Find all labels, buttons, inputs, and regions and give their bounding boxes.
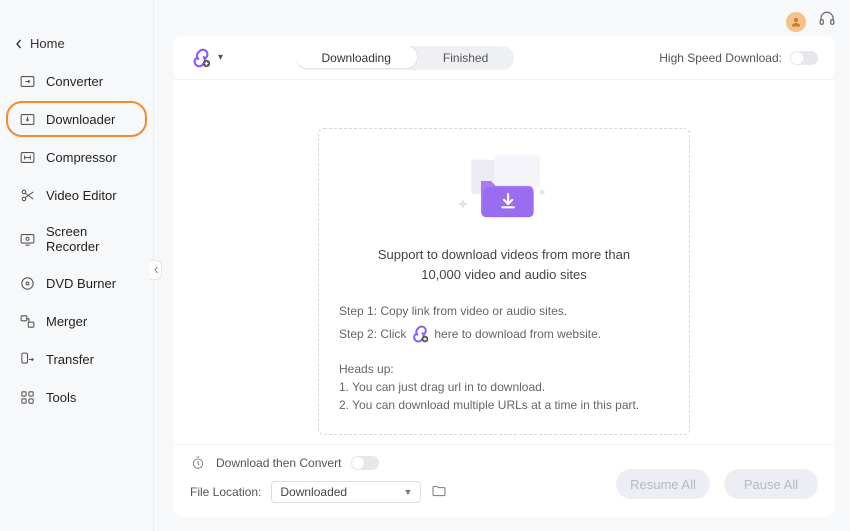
user-icon xyxy=(790,16,802,28)
scissors-icon xyxy=(18,186,36,204)
main-panel: ▾ Downloading Finished High Speed Downlo… xyxy=(174,36,834,517)
merger-icon xyxy=(18,312,36,330)
sidebar-item-compressor[interactable]: Compressor xyxy=(6,139,147,175)
high-speed-label: High Speed Download: xyxy=(659,51,782,65)
download-then-convert-label: Download then Convert xyxy=(216,456,341,470)
clock-icon xyxy=(190,455,206,471)
sidebar-item-label: DVD Burner xyxy=(46,276,116,291)
step-2-row: Step 2: Click here to download from webs… xyxy=(339,324,669,344)
sidebar-item-label: Tools xyxy=(46,390,76,405)
sidebar-item-label: Screen Recorder xyxy=(46,224,135,254)
chevron-left-icon xyxy=(14,39,24,49)
folder-icon xyxy=(431,483,447,499)
resume-all-button[interactable]: Resume All xyxy=(616,469,710,499)
sidebar-item-label: Transfer xyxy=(46,352,94,367)
converter-icon xyxy=(18,72,36,90)
home-label: Home xyxy=(30,36,65,51)
sidebar-item-downloader[interactable]: Downloader xyxy=(6,101,147,137)
open-folder-button[interactable] xyxy=(431,483,447,502)
sidebar-item-label: Compressor xyxy=(46,150,117,165)
link-plus-icon xyxy=(190,47,212,69)
sidebar-item-transfer[interactable]: Transfer xyxy=(6,341,147,377)
sidebar-item-label: Downloader xyxy=(46,112,115,127)
pause-all-button[interactable]: Pause All xyxy=(724,469,818,499)
chevron-down-icon: ▾ xyxy=(218,52,223,63)
heads-up-2: 2. You can download multiple URLs at a t… xyxy=(339,396,669,414)
sidebar-item-video-editor[interactable]: Video Editor xyxy=(6,177,147,213)
chevron-left-icon xyxy=(153,266,159,274)
high-speed-toggle[interactable] xyxy=(790,51,818,65)
sidebar: Home Converter Downloader Compressor Vid… xyxy=(0,0,154,531)
compressor-icon xyxy=(18,148,36,166)
main-header: ▾ Downloading Finished High Speed Downlo… xyxy=(174,36,834,80)
step-1-text: Step 1: Copy link from video or audio si… xyxy=(339,304,669,318)
file-location-select[interactable]: Downloaded ▼ xyxy=(271,481,421,503)
file-location-label: File Location: xyxy=(190,485,261,499)
home-back-row[interactable]: Home xyxy=(0,30,153,61)
headset-icon xyxy=(818,10,836,28)
file-location-value: Downloaded xyxy=(280,485,347,499)
add-link-button[interactable]: ▾ xyxy=(190,47,223,69)
account-avatar[interactable] xyxy=(786,12,806,32)
heads-up-1: 1. You can just drag url in to download. xyxy=(339,378,669,396)
step-2-text-b: here to download from website. xyxy=(434,327,601,341)
step-2-text-a: Step 2: Click xyxy=(339,327,406,341)
sidebar-item-dvd-burner[interactable]: DVD Burner xyxy=(6,265,147,301)
sidebar-item-label: Merger xyxy=(46,314,87,329)
sidebar-item-label: Converter xyxy=(46,74,103,89)
downloader-icon xyxy=(18,110,36,128)
drop-title: Support to download videos from more tha… xyxy=(339,245,669,284)
support-button[interactable] xyxy=(818,10,836,33)
sidebar-collapse-handle[interactable] xyxy=(150,260,162,280)
top-right-controls xyxy=(786,10,836,33)
screen-recorder-icon xyxy=(18,230,36,248)
tab-downloading[interactable]: Downloading xyxy=(296,46,418,69)
tools-icon xyxy=(18,388,36,406)
link-plus-icon[interactable] xyxy=(410,324,430,344)
sidebar-item-screen-recorder[interactable]: Screen Recorder xyxy=(6,215,147,263)
sidebar-item-merger[interactable]: Merger xyxy=(6,303,147,339)
chevron-down-icon: ▼ xyxy=(403,487,412,497)
tab-segment: Downloading Finished xyxy=(296,46,515,70)
drop-area[interactable]: Support to download videos from more tha… xyxy=(318,128,690,435)
heads-up-label: Heads up: xyxy=(339,360,669,378)
download-then-convert-toggle[interactable] xyxy=(351,456,379,470)
footer: Download then Convert File Location: Dow… xyxy=(174,444,834,517)
sidebar-item-tools[interactable]: Tools xyxy=(6,379,147,415)
sidebar-item-label: Video Editor xyxy=(46,188,117,203)
transfer-icon xyxy=(18,350,36,368)
disc-icon xyxy=(18,274,36,292)
tab-finished[interactable]: Finished xyxy=(417,46,514,70)
sidebar-item-converter[interactable]: Converter xyxy=(6,63,147,99)
folder-illustration xyxy=(339,153,669,227)
high-speed-control: High Speed Download: xyxy=(659,51,818,65)
